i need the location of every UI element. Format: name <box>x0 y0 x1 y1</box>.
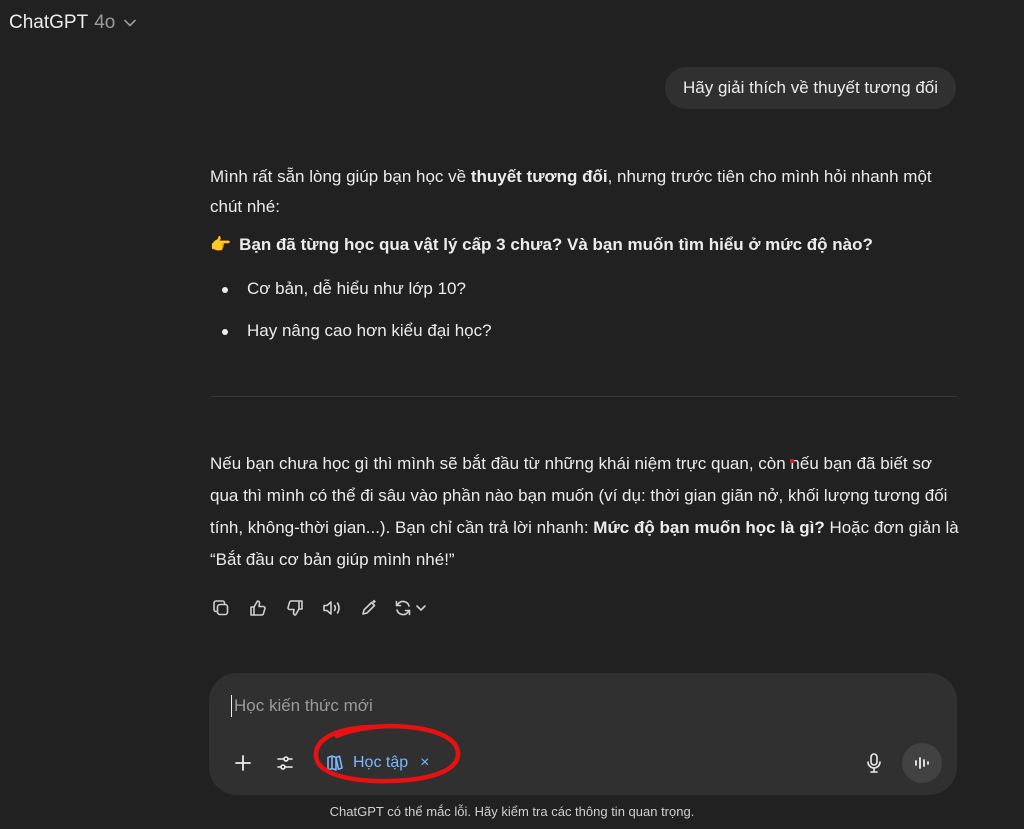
thumbs-down-icon <box>287 600 303 616</box>
plus-icon <box>235 755 251 771</box>
disclaimer-footer: ChatGPT có thể mắc lỗi. Hãy kiểm tra các… <box>329 804 695 819</box>
book-icon <box>327 755 343 771</box>
user-message-text: Hãy giải thích về thuyết tương đối <box>683 78 938 97</box>
composer: Học tập × <box>209 673 957 795</box>
read-aloud-button[interactable] <box>319 594 345 622</box>
study-mode-label: Học tập <box>353 754 409 771</box>
chevron-down-icon <box>124 19 137 27</box>
thumbs-up-icon <box>250 600 266 616</box>
assistant-intro: Mình rất sẵn lòng giúp bạn học về thuyết… <box>210 162 960 222</box>
message-actions <box>208 594 433 622</box>
composer-toolbar: Học tập × <box>227 743 942 783</box>
add-attachment-button[interactable] <box>227 747 259 779</box>
assistant-message: Mình rất sẵn lòng giúp bạn học về thuyết… <box>210 162 960 358</box>
divider <box>210 396 958 397</box>
intro-text: Mình rất sẵn lòng giúp bạn học về <box>210 167 471 186</box>
user-message: Hãy giải thích về thuyết tương đối <box>665 67 956 109</box>
follow-up-bold: Mức độ bạn muốn học là gì? <box>593 518 825 537</box>
microphone-icon <box>867 753 881 773</box>
voice-mode-button[interactable] <box>902 743 942 783</box>
intro-bold: thuyết tương đối <box>470 167 608 186</box>
text-caret <box>231 695 232 717</box>
top-bar: ChatGPT 4o <box>0 0 1024 46</box>
question-text: Bạn đã từng học qua vật lý cấp 3 chưa? V… <box>239 235 873 254</box>
close-icon[interactable]: × <box>420 754 429 772</box>
prompt-row <box>231 693 931 719</box>
sliders-icon <box>277 756 293 770</box>
options-list: Cơ bản, dễ hiểu như lớp 10? Hay nâng cao… <box>210 274 960 346</box>
read-aloud-icon <box>323 601 340 615</box>
pointing-hand-emoji: 👉 <box>210 235 232 254</box>
composer-right-tools <box>860 743 942 783</box>
copy-button[interactable] <box>208 594 234 622</box>
prompt-input[interactable] <box>234 696 914 716</box>
study-mode-chip[interactable]: Học tập × <box>317 747 437 779</box>
edit-button[interactable] <box>356 594 382 622</box>
list-item: Cơ bản, dễ hiểu như lớp 10? <box>210 274 960 304</box>
model-version: 4o <box>94 12 116 33</box>
model-selector[interactable]: ChatGPT 4o <box>9 12 137 34</box>
thumbs-up-button[interactable] <box>245 594 271 622</box>
assistant-follow-up: Nếu bạn chưa học gì thì mình sẽ bắt đầu … <box>210 448 962 576</box>
app-name: ChatGPT <box>9 12 89 33</box>
copy-icon <box>213 600 229 616</box>
thumbs-down-button[interactable] <box>282 594 308 622</box>
assistant-question: 👉 Bạn đã từng học qua vật lý cấp 3 chưa?… <box>210 230 960 260</box>
regenerate-icon <box>395 600 411 616</box>
dictate-button[interactable] <box>860 747 888 779</box>
chevron-down-icon <box>416 605 426 611</box>
red-mark <box>790 459 794 463</box>
tools-button[interactable] <box>269 747 301 779</box>
list-item: Hay nâng cao hơn kiểu đại học? <box>210 316 960 346</box>
voice-waveform-icon <box>915 757 929 769</box>
edit-icon <box>362 599 376 615</box>
regenerate-button[interactable] <box>393 594 433 622</box>
